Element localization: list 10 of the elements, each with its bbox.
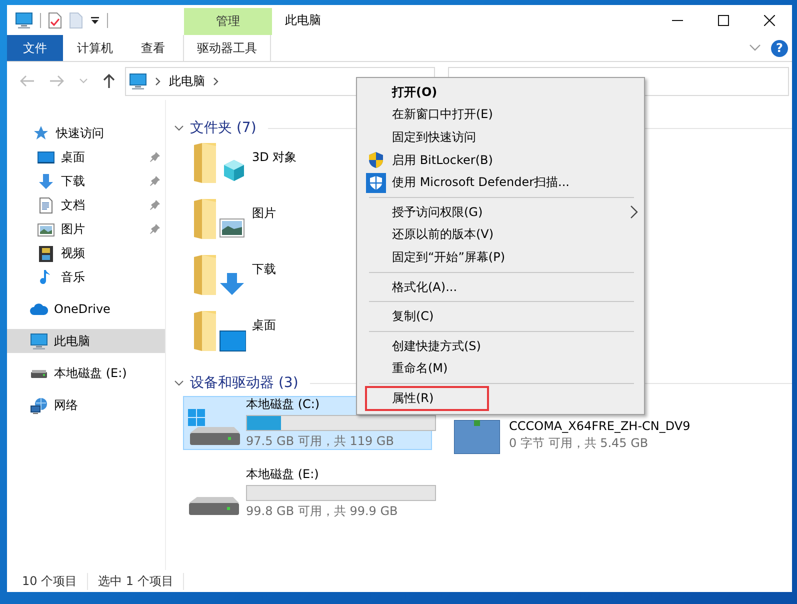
drive-name: CCCOMA_X64FRE_ZH-CN_DV9	[509, 419, 690, 433]
drive-name: 本地磁盘 (E:)	[246, 466, 319, 483]
drive-space: 0 字节 可用，共 5.45 GB	[509, 435, 648, 452]
contextual-tab-group: 管理	[184, 8, 272, 35]
drive-space: 97.5 GB 可用，共 119 GB	[246, 433, 394, 450]
window-title: 此电脑	[285, 12, 321, 28]
drive-name: 本地磁盘 (C:)	[246, 396, 320, 413]
status-text: 10 个项目	[22, 572, 88, 590]
drive-space: 99.8 GB 可用，共 99.9 GB	[246, 503, 398, 520]
status-text: 选中 1 个项目	[98, 572, 184, 590]
